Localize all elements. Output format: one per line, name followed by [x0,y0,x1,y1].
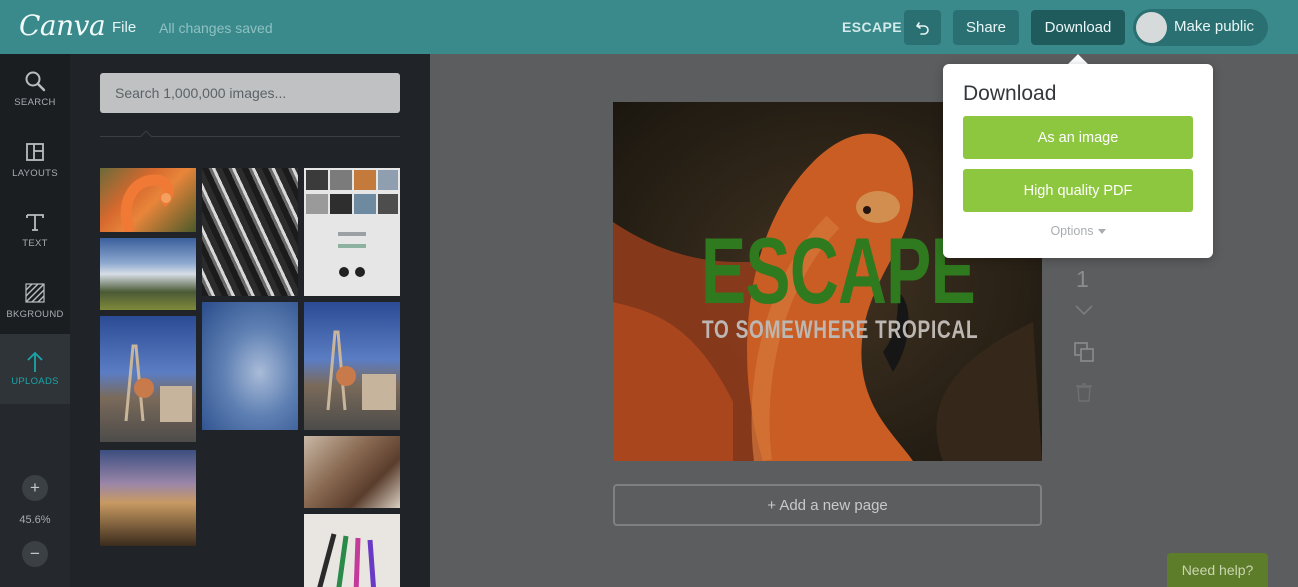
sidebar-item-label: BKGROUND [6,309,64,320]
file-menu[interactable]: File [112,19,136,36]
panel-notch [140,130,152,142]
make-public-label: Make public [1174,18,1255,35]
upload-icon [27,351,43,372]
image-thumbnail-clouds[interactable] [100,238,196,310]
canva-logo[interactable]: Canva [19,9,106,42]
sidebar-item-text[interactable]: TEXT [0,211,70,281]
image-thumbnail-room[interactable] [304,436,400,508]
image-thumbnail-bw-city[interactable] [202,168,298,296]
image-thumbnail-pens[interactable] [304,514,400,587]
side-rail: SEARCH LAYOUTS TEXT BKGROUND UPLOADS + 4… [0,54,70,587]
image-thumbnail-las-vegas[interactable] [100,316,196,442]
sidebar-item-search[interactable]: SEARCH [0,70,70,140]
caret-down-icon [1097,229,1106,235]
sidebar-item-layouts[interactable]: LAYOUTS [0,141,70,211]
pens-thumbnail [317,533,376,587]
image-thumbnail-venetian[interactable] [100,450,196,546]
image-search-input[interactable] [100,73,400,113]
sidebar-item-uploads[interactable]: UPLOADS [0,334,70,404]
sidebar-item-label: TEXT [22,238,48,249]
zoom-in-button[interactable]: + [22,475,48,501]
download-pdf-button[interactable]: High quality PDF [963,169,1193,212]
download-button[interactable]: Download [1031,10,1125,45]
add-new-page-button[interactable]: + Add a new page [613,484,1042,526]
top-bar: Canva File All changes saved ESCAPE Shar… [0,0,1298,54]
background-icon [25,283,45,303]
copy-page-icon[interactable] [1073,341,1095,363]
download-popover: Download As an image High quality PDF Op… [943,64,1213,258]
text-icon [26,214,44,231]
zoom-level: 45.6% [19,514,51,526]
download-options-toggle[interactable]: Options [943,224,1213,238]
download-options-label: Options [1050,224,1094,238]
collage-thumbnail [306,170,398,277]
eiffel-tower-thumbnail [124,344,192,422]
undo-button[interactable] [904,10,941,45]
document-title[interactable]: ESCAPE [842,19,902,35]
flamingo-thumbnail [120,174,174,232]
layouts-icon [26,143,44,161]
make-public-toggle[interactable]: Make public [1133,9,1268,46]
image-thumbnail-word-swag[interactable] [304,168,400,296]
search-icon [25,71,46,92]
page-up-icon[interactable] [1073,304,1095,318]
share-button[interactable]: Share [953,10,1019,45]
design-headline[interactable]: ESCAPE [701,224,976,318]
sidebar-item-label: LAYOUTS [12,168,58,179]
zoom-out-button[interactable]: − [22,541,48,567]
undo-icon [915,21,929,35]
image-thumbnail-las-vegas-2[interactable] [304,302,400,430]
download-as-image-button[interactable]: As an image [963,116,1193,159]
image-thumbnail-sky[interactable] [202,302,298,430]
sidebar-item-label: SEARCH [14,97,56,108]
image-thumbnail-flamingo[interactable] [100,168,196,232]
save-status: All changes saved [159,20,273,36]
sidebar-item-label: UPLOADS [11,376,59,387]
download-popover-title: Download [963,82,1057,105]
delete-page-icon[interactable] [1073,382,1095,402]
eiffel-tower-thumbnail [326,330,396,411]
toggle-knob [1136,12,1167,43]
uploads-panel [70,54,430,587]
page-number: 1 [1076,266,1089,292]
need-help-button[interactable]: Need help? [1167,553,1268,587]
design-subheadline[interactable]: TO SOMEWHERE TROPICAL [702,316,978,345]
